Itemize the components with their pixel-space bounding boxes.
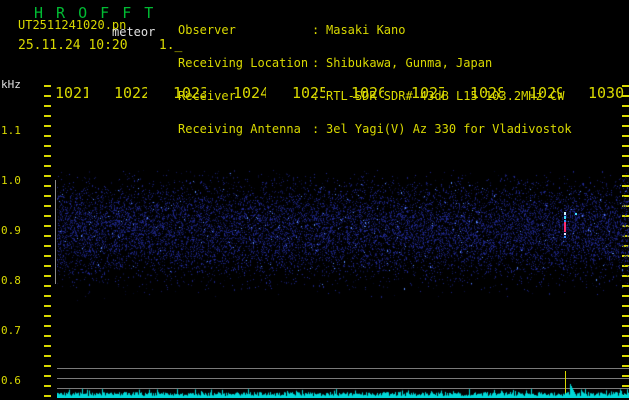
freq-minor-tick: [44, 165, 51, 167]
freq-minor-tick: [622, 125, 629, 127]
freq-minor-tick: [44, 305, 51, 307]
info-row-antenna: Receiving Antenna:3el Yagi(V) Az 330 for…: [178, 122, 572, 136]
freq-minor-tick: [44, 365, 51, 367]
time-tick-label: 1029: [529, 84, 562, 99]
freq-minor-tick: [44, 355, 51, 357]
freq-minor-tick: [44, 225, 51, 227]
spectrogram-noise-band: [57, 168, 629, 303]
info-separator: :: [312, 23, 320, 37]
time-tick-label: 1024: [233, 84, 266, 99]
freq-axis-unit: kHz: [1, 78, 21, 91]
freq-minor-tick: [44, 265, 51, 267]
freq-minor-tick: [44, 315, 51, 317]
time-tick-label: 1023: [173, 84, 206, 99]
noise-band-edge-line: [55, 180, 56, 284]
freq-minor-tick: [622, 165, 629, 167]
signal-level-waveform: [57, 382, 629, 398]
freq-minor-tick: [44, 345, 51, 347]
freq-minor-tick: [622, 345, 629, 347]
echo-segment: [564, 233, 566, 235]
freq-minor-tick: [44, 185, 51, 187]
freq-tick-label: 0.7: [1, 324, 21, 337]
datetime-line: 25.11.24 10:20 1._: [18, 38, 182, 53]
freq-tick-label: 1.1: [1, 124, 21, 137]
freq-minor-tick: [44, 235, 51, 237]
hrofft-window: H R O F F T UT2511241020.pn meteor 25.11…: [0, 0, 629, 400]
freq-minor-tick: [622, 305, 629, 307]
time-tick-label: 1026: [351, 84, 384, 99]
info-value: 3el Yagi(V) Az 330 for Vladivostok: [326, 122, 572, 136]
freq-minor-tick: [44, 255, 51, 257]
datetime-value: 25.11.24 10:20: [18, 38, 128, 53]
meteor-label: meteor: [112, 25, 156, 39]
freq-minor-tick: [44, 155, 51, 157]
freq-minor-tick: [44, 105, 51, 107]
freq-minor-tick: [622, 155, 629, 157]
freq-minor-tick: [44, 275, 51, 277]
station-info-block: Observer: Masaki Kano Receiving Location:…: [178, 3, 572, 157]
level-grid-line: [57, 368, 629, 369]
freq-minor-tick: [44, 245, 51, 247]
freq-minor-tick: [622, 145, 629, 147]
echo-side-dot: [575, 213, 577, 215]
echo-segment: [564, 222, 566, 232]
time-tick-label: 1021: [55, 84, 88, 99]
freq-minor-tick: [44, 285, 51, 287]
freq-minor-tick: [44, 115, 51, 117]
freq-tick-label: 0.9: [1, 224, 21, 237]
freq-minor-tick: [622, 85, 629, 87]
freq-minor-tick: [44, 375, 51, 377]
freq-minor-tick: [622, 365, 629, 367]
freq-minor-tick: [44, 195, 51, 197]
info-separator: :: [312, 122, 320, 136]
freq-minor-tick: [44, 135, 51, 137]
time-tick-label: 1025: [292, 84, 325, 99]
freq-minor-tick: [44, 325, 51, 327]
freq-minor-tick: [44, 395, 51, 397]
info-row-location: Receiving Location: Shibukawa, Gunma, Jap…: [178, 56, 572, 70]
freq-minor-tick: [622, 135, 629, 137]
freq-minor-tick: [622, 325, 629, 327]
info-label: Observer: [178, 23, 236, 37]
freq-minor-tick: [44, 95, 51, 97]
freq-minor-tick: [44, 215, 51, 217]
freq-minor-tick: [44, 125, 51, 127]
echo-segment: [564, 236, 566, 238]
freq-tick-label: 1.0: [1, 174, 21, 187]
echo-segment: [564, 216, 566, 219]
freq-minor-tick: [622, 355, 629, 357]
info-value: Masaki Kano: [326, 23, 406, 37]
freq-minor-tick: [44, 175, 51, 177]
freq-minor-tick: [622, 95, 629, 97]
freq-minor-tick: [622, 315, 629, 317]
freq-minor-tick: [44, 205, 51, 207]
info-label: Receiving Antenna: [178, 122, 301, 136]
info-value: Shibukawa, Gunma, Japan: [326, 56, 493, 70]
freq-minor-tick: [44, 85, 51, 87]
freq-minor-tick: [622, 115, 629, 117]
output-filename: UT2511241020.pn: [18, 18, 127, 32]
freq-minor-tick: [44, 295, 51, 297]
time-tick-label: 1028: [470, 84, 503, 99]
freq-minor-tick: [44, 335, 51, 337]
freq-tick-label: 0.6: [1, 374, 21, 387]
echo-segment: [564, 212, 566, 215]
time-tick-label: 1027: [411, 84, 444, 99]
info-separator: :: [312, 56, 320, 70]
info-label: Receiving Location: [178, 56, 309, 70]
level-grid-line: [57, 378, 629, 379]
freq-minor-tick: [622, 375, 629, 377]
time-tick-label: 1022: [114, 84, 147, 99]
freq-minor-tick: [44, 145, 51, 147]
freq-tick-label: 0.8: [1, 274, 21, 287]
freq-minor-tick: [622, 335, 629, 337]
freq-minor-tick: [44, 385, 51, 387]
info-row-observer: Observer: Masaki Kano: [178, 23, 572, 37]
freq-minor-tick: [622, 105, 629, 107]
